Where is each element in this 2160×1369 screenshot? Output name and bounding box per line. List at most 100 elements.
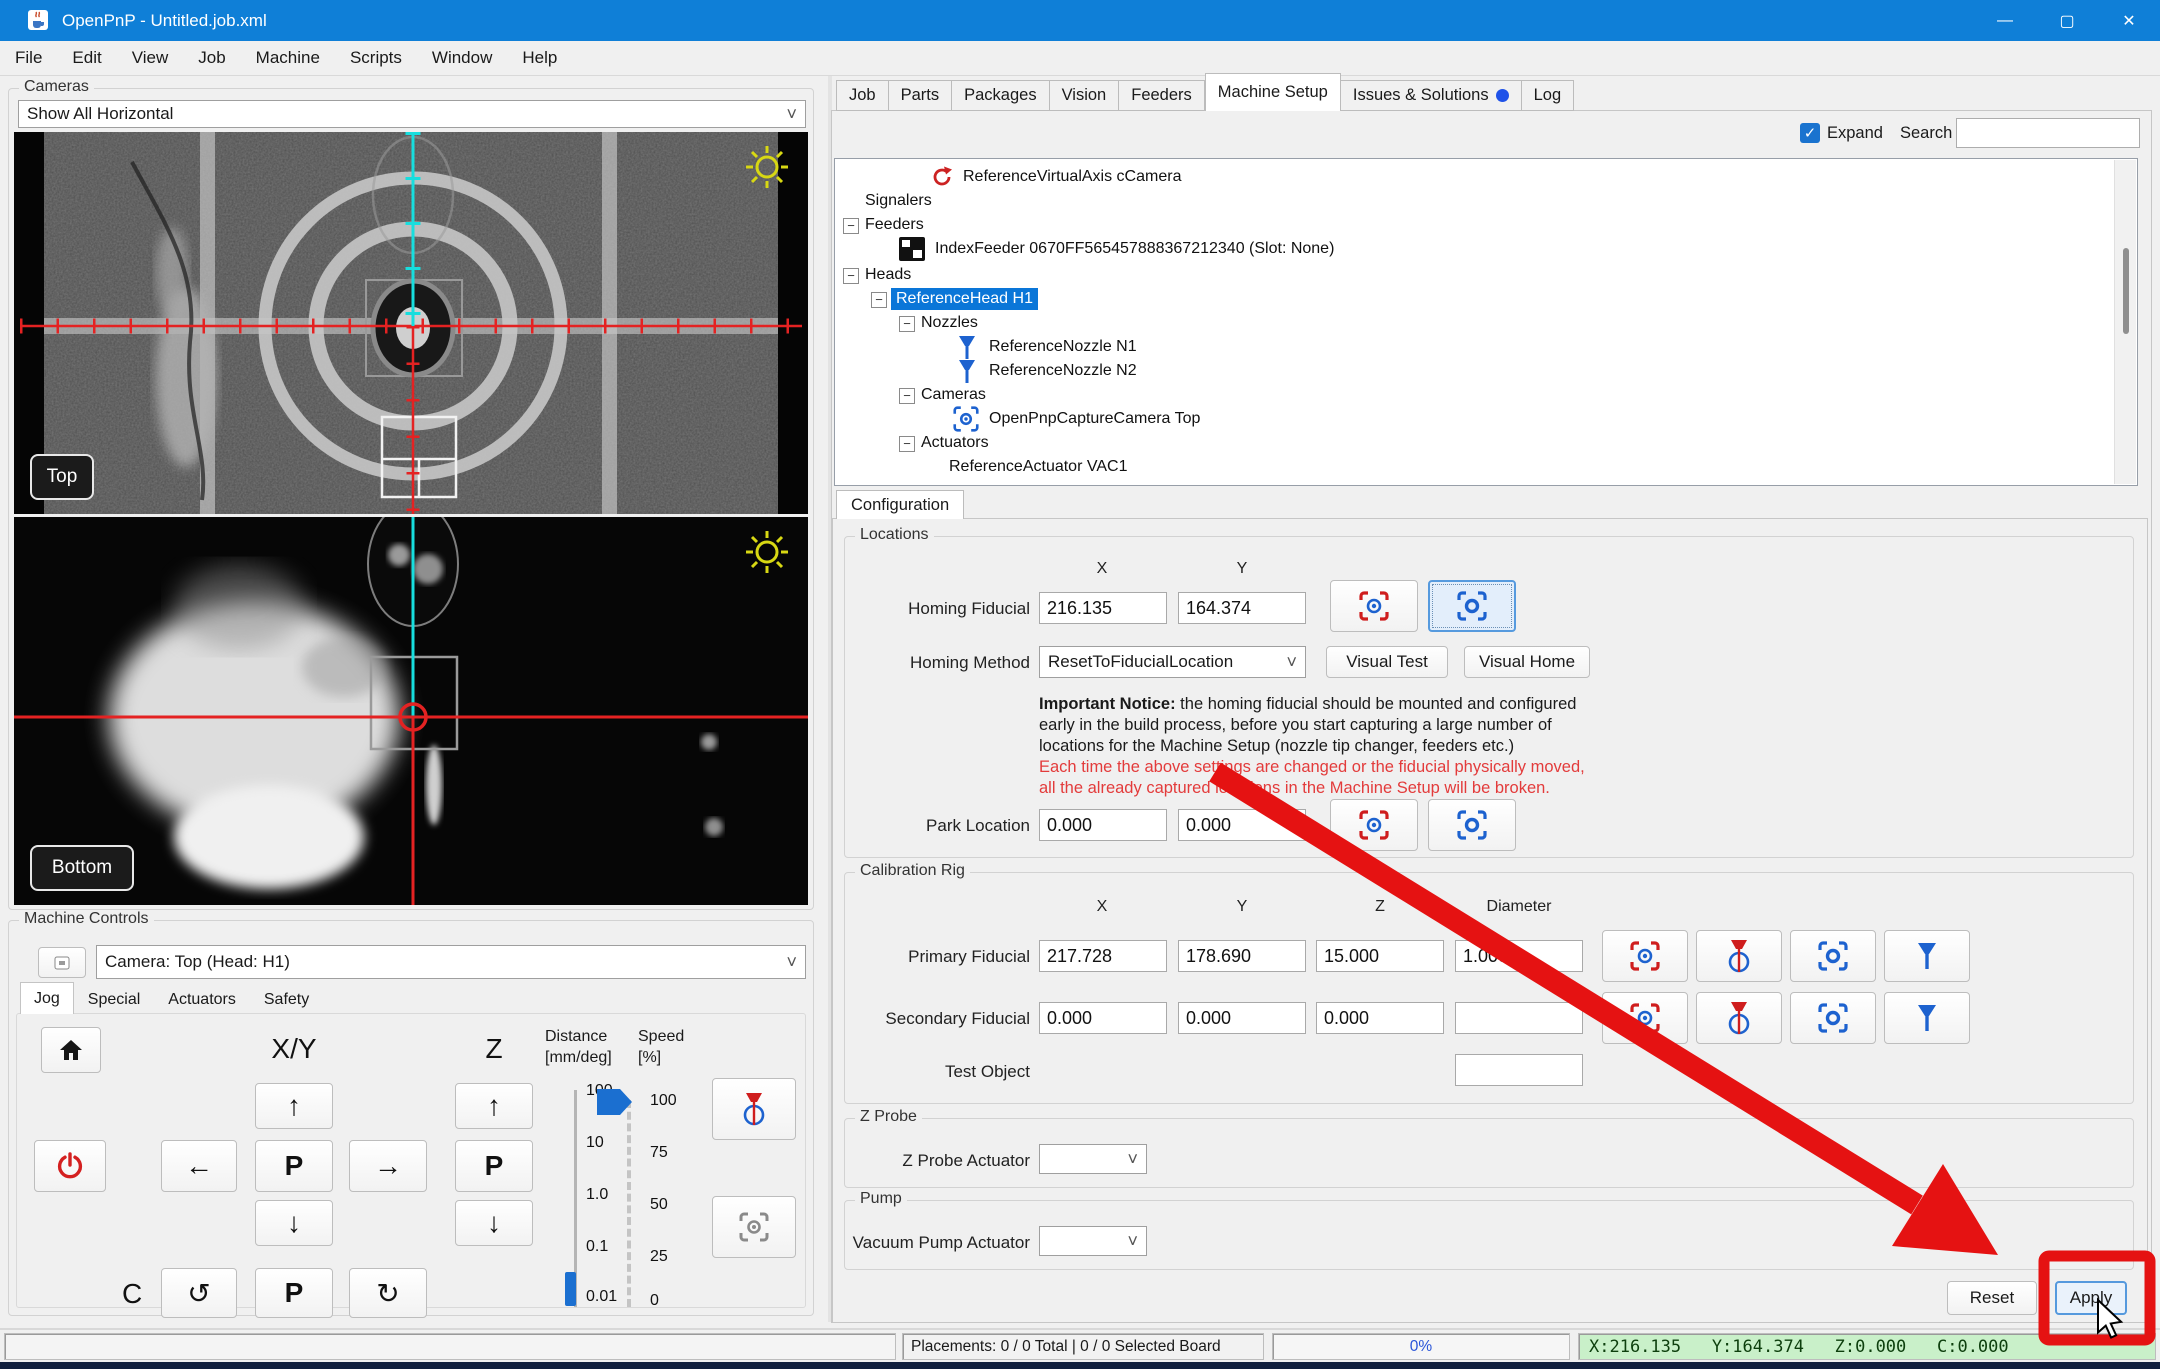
- homing-fiducial-x-field[interactable]: 216.135: [1039, 592, 1167, 624]
- tree-expander[interactable]: −: [899, 316, 915, 332]
- jog-y-plus-button[interactable]: ↑: [255, 1083, 333, 1129]
- capture-nozzle-location-button[interactable]: [1696, 930, 1782, 982]
- tree-item-signalers[interactable]: Signalers: [865, 189, 932, 213]
- menu-edit[interactable]: Edit: [57, 41, 116, 75]
- position-camera-button[interactable]: [1790, 992, 1876, 1044]
- brightness-sun-icon[interactable]: [744, 529, 790, 575]
- jog-x-plus-button[interactable]: →: [349, 1140, 427, 1192]
- tree-item-cameras[interactable]: Cameras: [921, 383, 986, 407]
- tree-scrollbar[interactable]: [2114, 160, 2136, 484]
- tree-expander[interactable]: −: [843, 218, 859, 234]
- vacuum-pump-actuator-selector[interactable]: ˅: [1039, 1226, 1147, 1256]
- position-nozzle-button[interactable]: [1884, 992, 1970, 1044]
- tab-vision[interactable]: Vision: [1049, 80, 1120, 111]
- capture-camera-location-button[interactable]: [1330, 799, 1418, 851]
- menu-help[interactable]: Help: [507, 41, 572, 75]
- menu-job[interactable]: Job: [183, 41, 240, 75]
- tree-item-capture-camera[interactable]: OpenPnpCaptureCamera Top: [953, 406, 1200, 432]
- jog-z-plus-button[interactable]: ↑: [455, 1083, 533, 1129]
- menu-machine[interactable]: Machine: [241, 41, 335, 75]
- position-camera-button[interactable]: [1428, 799, 1516, 851]
- home-button[interactable]: [41, 1027, 101, 1073]
- tree-item-nozzle-n1[interactable]: ReferenceNozzle N1: [957, 335, 1137, 359]
- position-camera-button[interactable]: [1790, 930, 1876, 982]
- jog-target-selector[interactable]: Camera: Top (Head: H1) ˅: [96, 945, 806, 979]
- tree-item-actuators[interactable]: Actuators: [921, 431, 989, 455]
- expand-checkbox[interactable]: ✓: [1800, 123, 1820, 143]
- maximize-button[interactable]: ▢: [2036, 0, 2098, 41]
- tab-packages[interactable]: Packages: [952, 80, 1050, 111]
- camera-view-selector[interactable]: Show All Horizontal ˅: [18, 100, 806, 128]
- park-location-x-field[interactable]: 0.000: [1039, 809, 1167, 841]
- jog-c-ccw-button[interactable]: ↺: [161, 1268, 237, 1318]
- tree-item-nozzles[interactable]: Nozzles: [921, 311, 978, 335]
- visual-home-button[interactable]: Visual Home: [1464, 646, 1590, 678]
- reset-button[interactable]: Reset: [1947, 1281, 2037, 1315]
- distance-slider-thumb[interactable]: [565, 1272, 576, 1306]
- menu-file[interactable]: File: [0, 41, 57, 75]
- top-camera-view[interactable]: Top: [14, 132, 808, 514]
- z-probe-actuator-selector[interactable]: ˅: [1039, 1144, 1147, 1174]
- capture-nozzle-location-button[interactable]: [1696, 992, 1782, 1044]
- collapse-controls-button[interactable]: [38, 947, 86, 978]
- z-park-button[interactable]: P: [455, 1140, 533, 1192]
- position-camera-button[interactable]: [1428, 580, 1516, 632]
- tree-expander[interactable]: −: [871, 292, 887, 308]
- tab-parts[interactable]: Parts: [888, 80, 953, 111]
- tab-jog[interactable]: Jog: [20, 982, 74, 1014]
- capture-camera-location-button[interactable]: [1602, 992, 1688, 1044]
- menu-view[interactable]: View: [117, 41, 184, 75]
- position-nozzle-button[interactable]: [1884, 930, 1970, 982]
- tab-configuration[interactable]: Configuration: [836, 490, 965, 519]
- bottom-camera-view[interactable]: Bottom: [14, 517, 808, 905]
- tree-item-reference-virtual-axis[interactable]: ReferenceVirtualAxis cCamera: [931, 165, 1181, 189]
- brightness-sun-icon[interactable]: [744, 144, 790, 190]
- tab-issues-solutions[interactable]: Issues & Solutions: [1340, 80, 1522, 111]
- search-input[interactable]: [1956, 118, 2140, 148]
- tree-expander[interactable]: −: [899, 436, 915, 452]
- speed-slider-track[interactable]: [627, 1100, 631, 1307]
- visual-test-button[interactable]: Visual Test: [1326, 646, 1448, 678]
- secondary-fiducial-diameter-field[interactable]: [1455, 1002, 1583, 1034]
- tree-expander[interactable]: −: [843, 268, 859, 284]
- menu-scripts[interactable]: Scripts: [335, 41, 417, 75]
- xy-park-button[interactable]: P: [255, 1140, 333, 1192]
- position-nozzle-button[interactable]: [712, 1078, 796, 1140]
- test-object-diameter-field[interactable]: [1455, 1054, 1583, 1086]
- secondary-fiducial-z-field[interactable]: 0.000: [1316, 1002, 1444, 1034]
- jog-z-minus-button[interactable]: ↓: [455, 1200, 533, 1246]
- tab-actuators[interactable]: Actuators: [154, 985, 250, 1014]
- tab-job[interactable]: Job: [836, 80, 889, 111]
- tab-special[interactable]: Special: [74, 985, 154, 1014]
- c-park-button[interactable]: P: [255, 1268, 333, 1318]
- homing-fiducial-y-field[interactable]: 164.374: [1178, 592, 1306, 624]
- homing-method-selector[interactable]: ResetToFiducialLocation ˅: [1039, 646, 1306, 678]
- tab-safety[interactable]: Safety: [250, 985, 323, 1014]
- tree-scrollbar-thumb[interactable]: [2123, 248, 2129, 334]
- secondary-fiducial-x-field[interactable]: 0.000: [1039, 1002, 1167, 1034]
- jog-y-minus-button[interactable]: ↓: [255, 1200, 333, 1246]
- power-button[interactable]: [34, 1140, 106, 1192]
- tab-feeders[interactable]: Feeders: [1119, 80, 1205, 111]
- tree-item-feeders[interactable]: Feeders: [865, 213, 924, 237]
- jog-c-cw-button[interactable]: ↻: [349, 1268, 427, 1318]
- capture-camera-location-button[interactable]: [1602, 930, 1688, 982]
- tree-item-nozzle-n2[interactable]: ReferenceNozzle N2: [957, 359, 1137, 383]
- jog-x-minus-button[interactable]: ←: [161, 1140, 237, 1192]
- primary-fiducial-diameter-field[interactable]: 1.000: [1455, 940, 1583, 972]
- tree-item-heads[interactable]: Heads: [865, 263, 911, 287]
- tree-expander[interactable]: −: [899, 388, 915, 404]
- primary-fiducial-x-field[interactable]: 217.728: [1039, 940, 1167, 972]
- tab-machine-setup[interactable]: Machine Setup: [1204, 73, 1341, 111]
- speed-slider-thumb[interactable]: [597, 1088, 633, 1116]
- tree-item-indexfeeder[interactable]: IndexFeeder 0670FF565457888367212340 (Sl…: [899, 237, 1334, 261]
- minimize-button[interactable]: —: [1974, 0, 2036, 41]
- apply-button[interactable]: Apply: [2055, 1281, 2127, 1315]
- capture-camera-location-button[interactable]: [1330, 580, 1418, 632]
- tree-item-actuator-vac1[interactable]: ReferenceActuator VAC1: [949, 455, 1127, 479]
- primary-fiducial-y-field[interactable]: 178.690: [1178, 940, 1306, 972]
- park-location-y-field[interactable]: 0.000: [1178, 809, 1306, 841]
- primary-fiducial-z-field[interactable]: 15.000: [1316, 940, 1444, 972]
- tab-log[interactable]: Log: [1521, 80, 1575, 111]
- close-button[interactable]: ✕: [2098, 0, 2160, 41]
